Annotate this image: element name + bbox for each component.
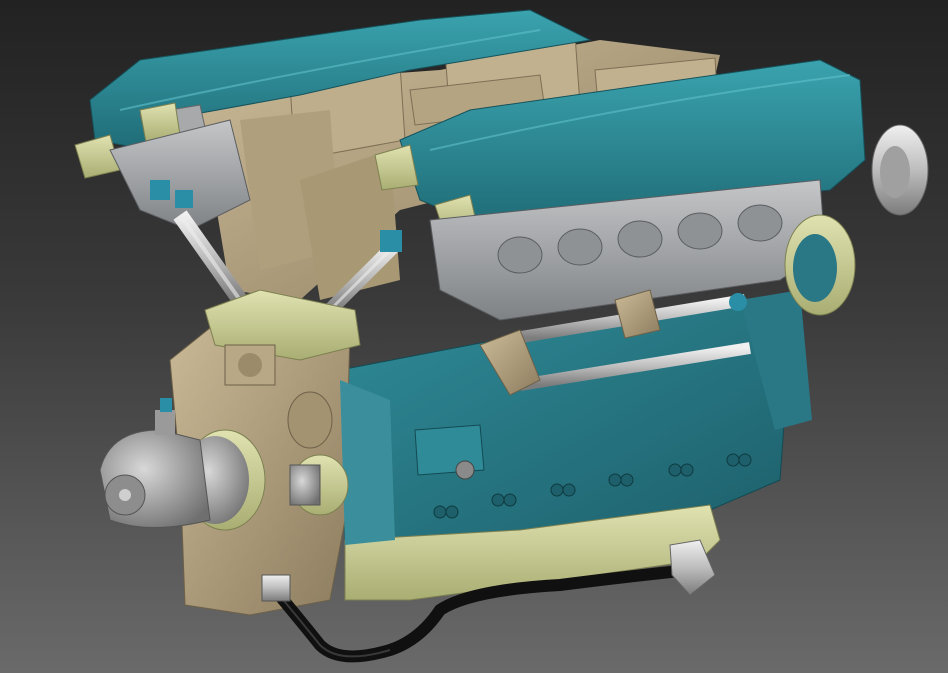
cad-viewport[interactable]	[0, 0, 948, 673]
engine-assembly-render	[74, 9, 929, 663]
